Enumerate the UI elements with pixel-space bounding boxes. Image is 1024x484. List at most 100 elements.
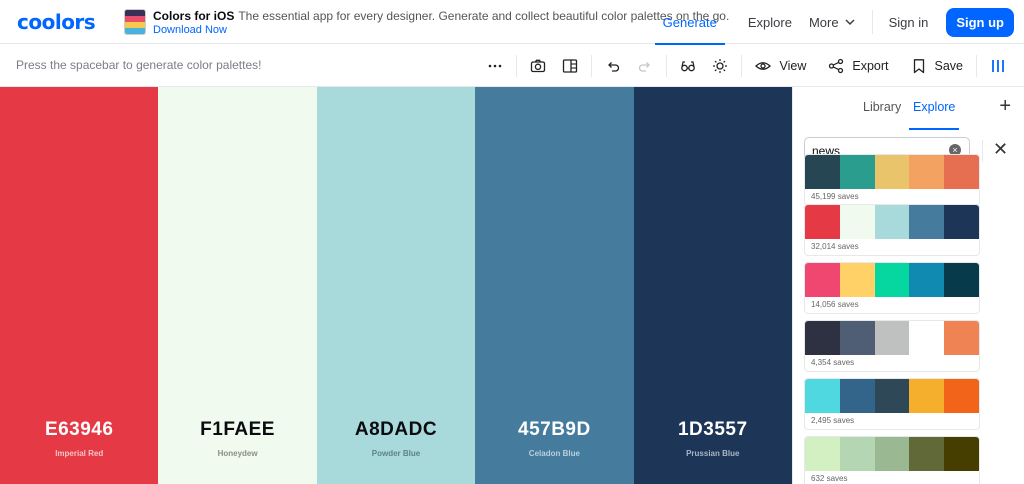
swatch-hex[interactable]: 1D3557 xyxy=(634,419,792,441)
palette-card-swatch xyxy=(805,205,840,239)
palette-card-swatch xyxy=(874,437,910,471)
palette-card-swatch xyxy=(944,379,979,413)
sign-in-link[interactable]: Sign in xyxy=(889,0,929,44)
tab-explore[interactable]: Explore xyxy=(913,100,955,114)
more-dots-icon xyxy=(489,64,502,67)
color-swatch[interactable]: 457B9D Celadon Blue xyxy=(475,87,634,484)
columns-icon xyxy=(992,59,1004,72)
toolbar-divider xyxy=(741,54,743,77)
spacebar-hint: Press the spacebar to generate color pal… xyxy=(16,58,262,72)
sign-up-button[interactable]: Sign up xyxy=(946,7,1014,37)
nav-more[interactable]: More xyxy=(809,0,856,44)
swatch-color-name: Celadon Blue xyxy=(528,449,580,458)
palette-card-swatch xyxy=(944,155,979,189)
export-button[interactable]: Export xyxy=(820,44,896,87)
toolbar-divider xyxy=(591,54,593,77)
palette-card-saves: 632 saves xyxy=(811,474,848,483)
generator-toolbar: Press the spacebar to generate color pal… xyxy=(0,44,1024,87)
plus-icon[interactable]: + xyxy=(999,96,1011,116)
camera-button[interactable] xyxy=(522,44,554,87)
redo-button[interactable] xyxy=(629,44,661,87)
adjust-palette-button[interactable] xyxy=(704,44,736,87)
download-now-link[interactable]: Download Now xyxy=(153,23,729,37)
palette-card[interactable]: 632 saves xyxy=(804,436,980,484)
palette-card-swatch xyxy=(944,205,979,239)
palette-card[interactable]: 4,354 saves xyxy=(804,320,980,372)
palette-card-saves: 4,354 saves xyxy=(811,358,855,367)
palette-card-swatch xyxy=(874,321,910,355)
palette-card-swatch xyxy=(805,155,840,189)
palette-card-swatch xyxy=(874,263,910,297)
eye-icon xyxy=(755,61,772,70)
active-tab-indicator xyxy=(909,128,959,130)
undo-button[interactable] xyxy=(597,44,629,87)
coolors-logo[interactable]: coolors xyxy=(17,10,96,34)
palette-card-swatch xyxy=(909,263,945,297)
swatch-hex[interactable]: A8DADC xyxy=(317,419,475,441)
camera-icon xyxy=(531,59,546,72)
palette-card-swatch xyxy=(909,437,945,471)
nav-more-label: More xyxy=(808,14,839,30)
palette-card-saves: 32,014 saves xyxy=(811,242,859,251)
palette-card-swatch xyxy=(874,205,910,239)
palette-card-swatch xyxy=(805,379,840,413)
toolbar-divider xyxy=(976,54,977,77)
palette-card[interactable]: 14,056 saves xyxy=(804,262,980,314)
swatch-hex[interactable]: F1FAEE xyxy=(158,419,316,441)
palette-card-swatch xyxy=(874,379,910,413)
swatch-hex[interactable]: E63946 xyxy=(0,419,158,441)
nav-divider xyxy=(871,10,873,34)
explore-panel: Library Explore + news × ✕ 45,199 saves 3… xyxy=(792,87,1024,484)
save-button[interactable]: Save xyxy=(903,44,972,87)
palette-card-swatch xyxy=(805,437,840,471)
palette-card[interactable]: 2,495 saves xyxy=(804,378,980,430)
palette-card-swatch xyxy=(839,379,875,413)
ios-app-thumbnail xyxy=(124,9,146,35)
palette-card-swatch xyxy=(909,379,945,413)
palette-card-saves: 14,056 saves xyxy=(811,300,859,309)
nav-explore[interactable]: Explore xyxy=(748,0,792,44)
swatch-color-name: Prussian Blue xyxy=(686,449,740,458)
sun-icon xyxy=(713,58,728,73)
top-header: coolors Colors for iOS The essential app … xyxy=(0,0,1024,45)
view-label: View xyxy=(779,58,807,73)
palette-card-colors xyxy=(805,155,979,189)
palette-card-swatch xyxy=(839,155,875,189)
palette-card-colors xyxy=(805,263,979,297)
main-nav: Generate Explore More Sign in Sign up xyxy=(647,0,1024,45)
nav-generate[interactable]: Generate xyxy=(654,0,726,45)
palette-card-swatch xyxy=(874,155,910,189)
view-button[interactable]: View xyxy=(747,44,814,87)
palette-card-swatch xyxy=(839,205,875,239)
palette-card-colors xyxy=(805,321,979,355)
palette-card[interactable]: 32,014 saves xyxy=(804,204,980,256)
palette-card[interactable]: 45,199 saves xyxy=(804,154,980,206)
palette-card-colors xyxy=(805,379,979,413)
palette-card-swatch xyxy=(944,263,979,297)
chevron-down-icon xyxy=(845,19,855,26)
collage-button[interactable] xyxy=(554,44,586,87)
color-swatch[interactable]: E63946 Imperial Red xyxy=(0,87,159,484)
color-swatch[interactable]: 1D3557 Prussian Blue xyxy=(633,87,792,484)
panel-tabs: Library Explore + xyxy=(793,87,1024,130)
color-swatch[interactable]: F1FAEE Honeydew xyxy=(158,87,317,484)
swatch-color-name: Imperial Red xyxy=(55,449,104,458)
color-swatch[interactable]: A8DADC Powder Blue xyxy=(316,87,476,484)
palette-card-swatch xyxy=(909,205,945,239)
glasses-icon xyxy=(681,60,696,71)
toggle-panel-button[interactable] xyxy=(982,44,1024,87)
more-options-button[interactable] xyxy=(479,44,511,87)
palette-card-swatch xyxy=(805,263,840,297)
tab-library[interactable]: Library xyxy=(863,100,901,114)
color-blindness-button[interactable] xyxy=(672,44,704,87)
export-label: Export xyxy=(852,58,889,73)
swatch-hex[interactable]: 457B9D xyxy=(475,419,633,441)
toolbar-divider xyxy=(516,54,518,77)
ios-promo[interactable]: Colors for iOS The essential app for ever… xyxy=(124,9,729,37)
close-icon[interactable]: ✕ xyxy=(993,139,1008,160)
palette-card-swatch xyxy=(909,321,945,355)
bookmark-icon xyxy=(913,58,924,73)
swatch-color-name: Powder Blue xyxy=(371,449,421,458)
share-icon xyxy=(829,58,844,73)
redo-icon xyxy=(639,61,651,72)
